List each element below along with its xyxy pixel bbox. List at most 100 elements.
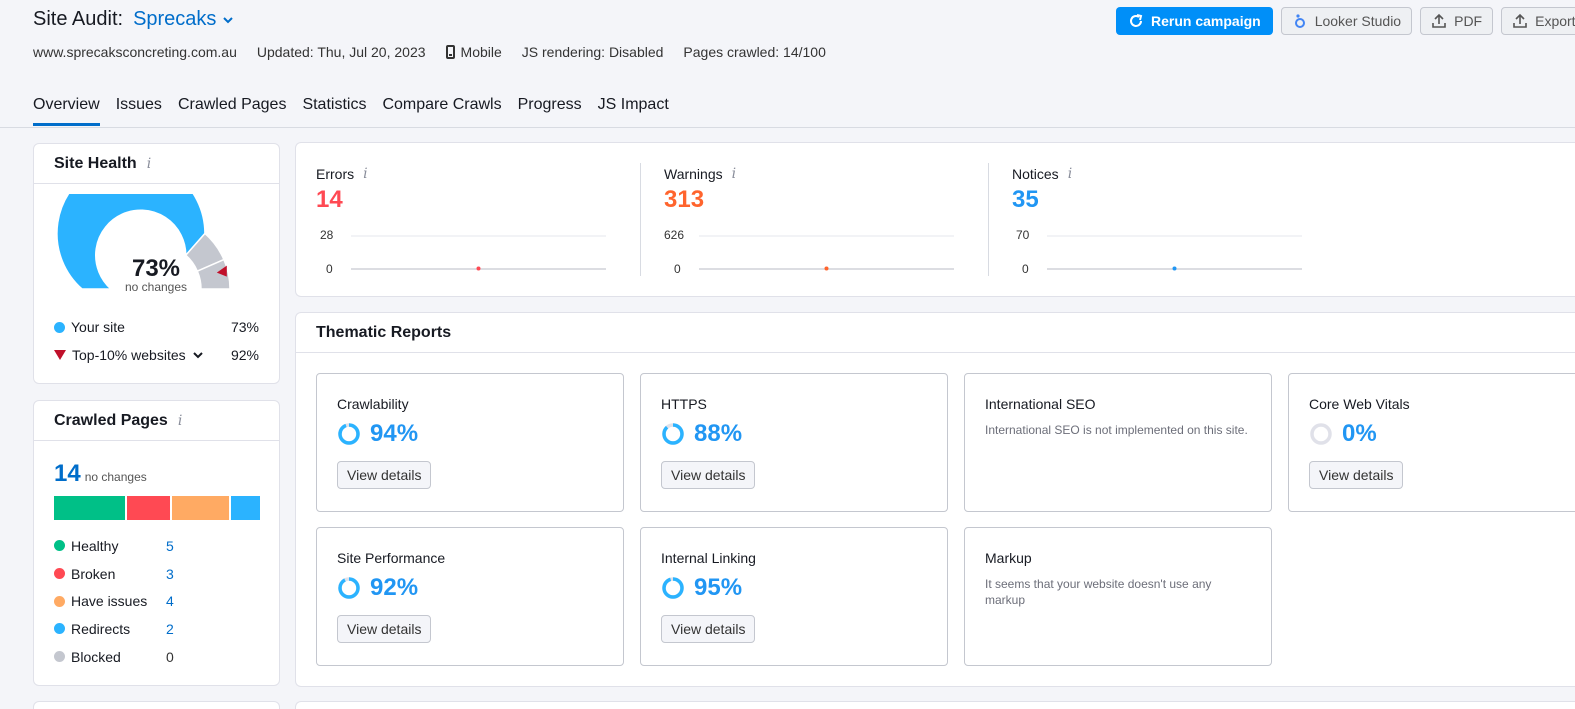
tile-score-row: 94% xyxy=(337,420,603,448)
tile-title: HTTPS xyxy=(661,396,707,412)
legend-label: Healthy xyxy=(71,537,119,554)
bar-segment-have-issues[interactable] xyxy=(172,496,230,520)
issue-count[interactable]: 313 xyxy=(664,186,704,214)
export-button[interactable]: Export xyxy=(1501,7,1575,35)
triangle-down-icon xyxy=(54,350,66,360)
tile-score[interactable]: 94% xyxy=(370,420,418,448)
looker-studio-button[interactable]: Looker Studio xyxy=(1280,7,1413,35)
tab-overview[interactable]: Overview xyxy=(33,96,100,126)
tile-title: Crawlability xyxy=(337,396,409,412)
chevron-down-icon[interactable] xyxy=(192,349,204,361)
tab-progress[interactable]: Progress xyxy=(518,96,582,126)
crawled-count[interactable]: 14 xyxy=(54,460,81,488)
tab-crawled-pages[interactable]: Crawled Pages xyxy=(178,96,287,126)
thematic-tile-markup: Markup It seems that your website doesn't… xyxy=(964,527,1272,666)
legend-value[interactable]: 2 xyxy=(166,621,174,637)
tab-compare-crawls[interactable]: Compare Crawls xyxy=(382,96,501,126)
tile-score[interactable]: 0% xyxy=(1342,420,1377,448)
view-details-button[interactable]: View details xyxy=(661,461,756,489)
info-icon[interactable]: i xyxy=(732,166,736,182)
gauge-your-site-arc xyxy=(56,194,206,290)
your-site-value: 73% xyxy=(230,319,259,335)
data-point[interactable] xyxy=(1172,266,1177,271)
upload-icon xyxy=(1513,13,1527,28)
top10-label[interactable]: Top-10% websites xyxy=(72,347,186,363)
crawled-pages-card: Crawled Pages i 14 no changes Healthy 5 Br… xyxy=(33,400,280,686)
site-health-gauge: 73% no changes xyxy=(56,194,231,294)
next-card-left xyxy=(33,701,280,709)
device-indicator: Mobile xyxy=(445,44,502,60)
chevron-down-icon xyxy=(223,16,234,23)
tile-description: It seems that your website doesn't use a… xyxy=(985,577,1212,607)
legend-label: Redirects xyxy=(71,620,131,637)
divider xyxy=(640,163,641,276)
device-label: Mobile xyxy=(460,44,502,60)
tile-score-row: 88% xyxy=(661,420,927,448)
legend-dot xyxy=(54,568,65,580)
tab-js-impact[interactable]: JS Impact xyxy=(598,96,669,126)
issue-name: Notices xyxy=(1012,166,1059,182)
legend-dot xyxy=(54,540,65,552)
legend-value[interactable]: 3 xyxy=(166,566,174,582)
tile-score[interactable]: 88% xyxy=(694,420,742,448)
tile-title: Internal Linking xyxy=(661,550,756,566)
info-icon[interactable]: i xyxy=(147,156,151,172)
list-item: Redirects 2 xyxy=(54,615,174,643)
thematic-tile-core-web-vitals: Core Web Vitals 0% View details xyxy=(1288,373,1575,512)
list-item: Healthy 5 xyxy=(54,532,174,560)
thematic-tile-crawlability: Crawlability 94% View details xyxy=(316,373,624,512)
crawled-change: no changes xyxy=(84,470,147,484)
pdf-label: PDF xyxy=(1454,13,1483,29)
tab-statistics[interactable]: Statistics xyxy=(302,96,366,126)
bar-segment-broken[interactable] xyxy=(127,496,171,520)
thematic-tile-international-seo: International SEO International SEO is no… xyxy=(964,373,1272,512)
axis-tick-label: 70 xyxy=(1016,228,1030,242)
tile-description: International SEO is not implemented on … xyxy=(985,423,1248,437)
info-icon[interactable]: i xyxy=(178,413,182,429)
view-details-button[interactable]: View details xyxy=(661,615,756,643)
pages-crawled-status: Pages crawled: 14/100 xyxy=(683,44,826,60)
view-details-button[interactable]: View details xyxy=(1309,461,1404,489)
issues-summary-card: Errors i 14 28 0 Warnings i 313 626 0 Noti… xyxy=(295,142,1575,297)
legend-label: Broken xyxy=(71,565,116,582)
bar-segment-healthy[interactable] xyxy=(54,496,126,520)
list-item: Broken 3 xyxy=(54,560,174,588)
next-card-right xyxy=(295,701,1575,709)
tile-score[interactable]: 92% xyxy=(370,574,418,602)
project-selector[interactable]: Sprecaks xyxy=(133,8,234,31)
axis-tick-label: 626 xyxy=(664,228,685,242)
thematic-reports-header: Thematic Reports xyxy=(296,313,1575,353)
pdf-button[interactable]: PDF xyxy=(1420,7,1494,35)
crawled-pages-header: Crawled Pages i xyxy=(34,401,279,441)
data-point[interactable] xyxy=(824,266,829,271)
legend-label: Have issues xyxy=(71,593,148,610)
issue-summary-errors: Errors i 14 28 0 xyxy=(296,143,626,297)
rerun-label: Rerun campaign xyxy=(1151,13,1261,29)
site-health-legend: Your site 73% Top-10% websites 92% xyxy=(54,313,259,369)
axis-tick-label: 0 xyxy=(1022,262,1029,276)
view-details-button[interactable]: View details xyxy=(337,461,432,489)
info-icon[interactable]: i xyxy=(363,166,367,182)
issue-count[interactable]: 14 xyxy=(316,186,343,214)
legend-value[interactable]: 4 xyxy=(166,593,174,609)
issue-name: Warnings xyxy=(664,166,723,182)
site-health-change: no changes xyxy=(125,280,187,294)
rerun-campaign-button[interactable]: Rerun campaign xyxy=(1116,7,1273,35)
legend-dot xyxy=(54,623,65,635)
bar-segment-redirects[interactable] xyxy=(231,496,260,520)
issue-count[interactable]: 35 xyxy=(1012,186,1039,214)
crawled-pages-title[interactable]: Crawled Pages xyxy=(54,412,168,430)
domain-link[interactable]: www.sprecaksconcreting.com.au xyxy=(33,44,237,60)
info-icon[interactable]: i xyxy=(1068,166,1072,182)
crawled-pages-legend: Healthy 5 Broken 3 Have issues 4 Redirects 2 Blo… xyxy=(54,532,174,670)
tab-bar: Overview Issues Crawled Pages Statistics… xyxy=(33,96,669,126)
project-meta: www.sprecaksconcreting.com.au Updated: T… xyxy=(33,44,826,60)
crawled-pages-bar xyxy=(54,496,260,520)
legend-value[interactable]: 5 xyxy=(166,538,174,554)
tile-score-row: 92% xyxy=(337,574,603,602)
data-point[interactable] xyxy=(476,266,481,271)
tile-score[interactable]: 95% xyxy=(694,574,742,602)
view-details-button[interactable]: View details xyxy=(337,615,432,643)
site-health-title: Site Health xyxy=(54,154,137,172)
tab-issues[interactable]: Issues xyxy=(116,96,162,126)
